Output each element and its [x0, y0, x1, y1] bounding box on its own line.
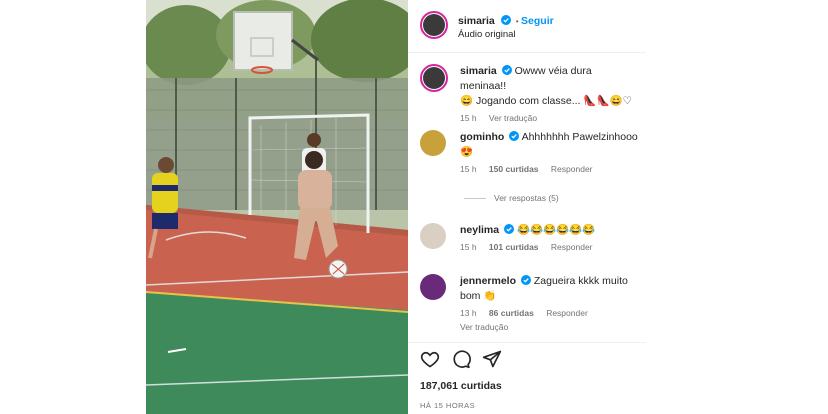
caption-avatar[interactable]	[420, 64, 448, 92]
view-replies-link[interactable]: Ver respostas (5)	[464, 193, 559, 203]
likes-count[interactable]: 187,061 curtidas	[420, 380, 502, 392]
comment-likes[interactable]: 86 curtidas	[489, 308, 534, 318]
action-bar	[408, 342, 646, 373]
comment-body: neylima 😂😂😂😂😂😂 15 h 101 curtidas Respond…	[460, 223, 638, 252]
comment-meta: 13 h 86 curtidas Responder	[460, 308, 638, 318]
reply-button[interactable]: Responder	[546, 308, 588, 318]
commenter-avatar[interactable]	[420, 130, 446, 156]
comment-meta: 15 h 101 curtidas Responder	[460, 242, 638, 252]
verified-badge-icon	[504, 224, 515, 234]
verified-badge-icon	[520, 275, 531, 285]
comment-body: gominho Ahhhhhhh Pawelzinhooo😍 15 h 150 …	[460, 130, 638, 174]
instagram-post: simaria • Seguir Áudio original simaria	[146, 0, 646, 414]
caption-time: 15 h	[460, 113, 477, 123]
comment-likes[interactable]: 150 curtidas	[489, 164, 539, 174]
comment-likes[interactable]: 101 curtidas	[489, 242, 539, 252]
caption-translate-link[interactable]: Ver tradução	[489, 113, 537, 123]
caption-meta: 15 h Ver tradução	[460, 113, 638, 123]
caption-text-line2: 😄 Jogando com classe... 👠👠😄♡	[460, 95, 633, 107]
commenter-avatar[interactable]	[420, 223, 446, 249]
view-replies-label: Ver respostas (5)	[494, 193, 559, 203]
comment-meta: 15 h 150 curtidas Responder	[460, 164, 638, 174]
comment-time: 13 h	[460, 308, 477, 318]
video-frame-illustration	[146, 0, 408, 414]
comment-translate-link[interactable]: Ver tradução	[460, 322, 638, 332]
comment-username[interactable]: jennermelo	[460, 275, 516, 287]
post-side-panel: simaria • Seguir Áudio original simaria	[408, 0, 646, 414]
comment-body: jennermelo Zagueira kkkk muito bom 👏 13 …	[460, 274, 638, 332]
comment-icon[interactable]	[451, 349, 471, 369]
verified-badge-icon	[509, 131, 520, 141]
author-avatar[interactable]	[420, 11, 448, 39]
caption-username[interactable]: simaria	[460, 65, 497, 77]
heart-icon[interactable]	[420, 349, 440, 369]
post-header: simaria • Seguir Áudio original	[408, 0, 646, 53]
share-icon[interactable]	[482, 349, 502, 369]
header-line: simaria • Seguir	[458, 11, 554, 29]
post-time: HÁ 15 HORAS	[420, 401, 476, 410]
reply-button[interactable]: Responder	[551, 242, 593, 252]
post-video[interactable]	[146, 0, 408, 414]
comment-username[interactable]: gominho	[460, 131, 504, 143]
comment-time: 15 h	[460, 242, 477, 252]
commenter-avatar[interactable]	[420, 274, 446, 300]
author-username[interactable]: simaria	[458, 15, 495, 27]
audio-label[interactable]: Áudio original	[458, 29, 516, 40]
caption-body: simaria Owww véia dura meninaa!! 😄 Jogan…	[460, 64, 638, 123]
comment-text: 😂😂😂😂😂😂	[516, 224, 596, 236]
reply-button[interactable]: Responder	[551, 164, 593, 174]
verified-badge-icon	[501, 65, 512, 75]
replies-divider	[464, 198, 486, 200]
comment-username[interactable]: neylima	[460, 224, 499, 236]
comment-time: 15 h	[460, 164, 477, 174]
follow-button[interactable]: Seguir	[521, 15, 554, 27]
verified-badge-icon	[501, 15, 512, 25]
